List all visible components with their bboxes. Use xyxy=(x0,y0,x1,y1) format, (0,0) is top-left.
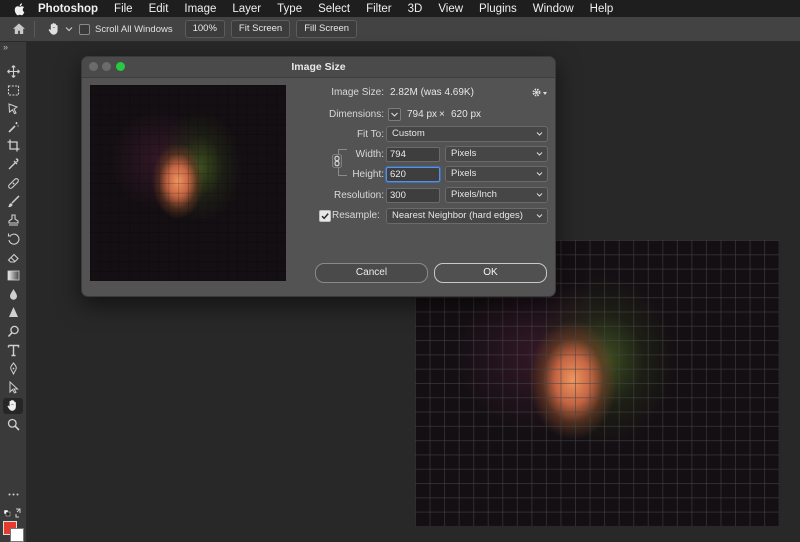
resolution-unit-select[interactable]: Pixels/Inch xyxy=(445,187,548,203)
gradient-tool-icon[interactable] xyxy=(7,269,20,282)
resample-method-select[interactable]: Nearest Neighbor (hard edges) xyxy=(386,208,548,224)
scroll-all-windows-label: Scroll All Windows xyxy=(95,23,173,35)
brush-tool-icon[interactable] xyxy=(7,195,20,208)
resample-checkbox[interactable] xyxy=(319,210,331,222)
menu-view[interactable]: View xyxy=(438,3,463,15)
resolution-input[interactable]: 300 xyxy=(386,188,440,203)
dimensions-width-value: 794 px xyxy=(407,109,438,120)
dimensions-separator: × xyxy=(439,109,445,120)
chevron-down-icon xyxy=(536,214,543,218)
width-input[interactable]: 794 xyxy=(386,147,440,162)
height-input[interactable]: 620 xyxy=(386,167,440,182)
eyedropper-tool-icon[interactable] xyxy=(7,158,20,171)
menu-type[interactable]: Type xyxy=(277,3,302,15)
zoom-window-button[interactable] xyxy=(116,62,125,71)
image-preview[interactable] xyxy=(90,85,286,281)
gear-dropdown-caret-icon[interactable] xyxy=(543,92,547,95)
height-unit-select[interactable]: Pixels xyxy=(445,166,548,182)
menu-file[interactable]: File xyxy=(114,3,133,15)
chevron-down-icon xyxy=(391,112,398,117)
image-size-label: Image Size: xyxy=(331,87,384,98)
magic-wand-tool-icon[interactable] xyxy=(7,121,20,134)
ok-button[interactable]: OK xyxy=(434,263,547,283)
menu-bar: Photoshop File Edit Image Layer Type Sel… xyxy=(0,0,800,17)
crop-tool-icon[interactable] xyxy=(7,139,20,152)
dimensions-height-value: 620 px xyxy=(451,109,482,120)
toolbar-collapse-button[interactable]: » xyxy=(3,42,8,52)
zoom-100-button[interactable]: 100% xyxy=(184,20,225,38)
hand-tool-icon[interactable] xyxy=(47,22,61,36)
scroll-all-windows-checkbox[interactable] xyxy=(79,23,90,35)
resolution-unit-value: Pixels/Inch xyxy=(451,189,497,200)
link-chain-icon[interactable] xyxy=(332,154,342,168)
move-tool-icon[interactable] xyxy=(7,65,20,78)
preview-pixel-overlay xyxy=(90,85,286,281)
more-tools-icon[interactable] xyxy=(7,488,20,501)
chevron-down-icon[interactable] xyxy=(65,25,73,33)
background-color-swatch[interactable] xyxy=(10,528,24,542)
path-selection-tool-icon[interactable] xyxy=(7,362,20,375)
tools-panel: » xyxy=(0,42,27,542)
clone-stamp-tool-icon[interactable] xyxy=(7,214,20,227)
lasso-tool-icon[interactable] xyxy=(7,102,20,115)
minimize-window-button[interactable] xyxy=(102,62,111,71)
menu-layer[interactable]: Layer xyxy=(232,3,261,15)
image-size-dialog: Image Size Image Size: 2.82M (was 4.69K)… xyxy=(81,56,556,297)
home-icon[interactable] xyxy=(12,22,26,36)
eraser-tool-icon[interactable] xyxy=(7,251,20,264)
fit-screen-button[interactable]: Fit Screen xyxy=(230,20,291,38)
apple-icon[interactable] xyxy=(12,2,28,16)
width-unit-value: Pixels xyxy=(451,148,477,159)
menu-window[interactable]: Window xyxy=(533,3,574,15)
resolution-label: Resolution: xyxy=(333,190,384,201)
dodge-tool-icon[interactable] xyxy=(7,306,20,319)
resample-method-value: Nearest Neighbor (hard edges) xyxy=(392,210,523,221)
dimensions-label: Dimensions: xyxy=(328,109,384,120)
gear-icon[interactable] xyxy=(531,87,542,98)
hand-tool-selected-icon[interactable] xyxy=(3,398,23,414)
chevron-down-icon xyxy=(536,193,543,197)
healing-brush-tool-icon[interactable] xyxy=(7,177,20,190)
history-brush-tool-icon[interactable] xyxy=(7,232,20,245)
checkmark-icon xyxy=(321,213,329,220)
height-label: Height: xyxy=(352,169,384,180)
options-bar: Scroll All Windows 100% Fit Screen Fill … xyxy=(0,17,800,42)
chevron-down-icon xyxy=(536,172,543,176)
close-window-button[interactable] xyxy=(89,62,98,71)
fill-screen-button[interactable]: Fill Screen xyxy=(296,20,358,38)
fit-to-label: Fit To: xyxy=(356,129,384,140)
menu-image[interactable]: Image xyxy=(184,3,216,15)
resample-label: Resample: xyxy=(332,210,380,221)
chevron-down-icon xyxy=(536,132,543,136)
dimensions-units-toggle[interactable] xyxy=(388,108,401,121)
zoom-tool-icon[interactable] xyxy=(7,418,20,431)
menu-select[interactable]: Select xyxy=(318,3,350,15)
cancel-button[interactable]: Cancel xyxy=(315,263,428,283)
pen-tool-icon[interactable] xyxy=(7,325,20,338)
menu-edit[interactable]: Edit xyxy=(149,3,169,15)
fit-to-value: Custom xyxy=(392,128,425,139)
fit-to-select[interactable]: Custom xyxy=(386,126,548,142)
type-tool-icon[interactable] xyxy=(7,344,20,357)
menu-filter[interactable]: Filter xyxy=(366,3,392,15)
swap-colors-icon[interactable] xyxy=(2,507,24,520)
menu-plugins[interactable]: Plugins xyxy=(479,3,517,15)
width-unit-select[interactable]: Pixels xyxy=(445,146,548,162)
menu-help[interactable]: Help xyxy=(590,3,614,15)
image-size-value: 2.82M (was 4.69K) xyxy=(390,87,474,98)
chevron-down-icon xyxy=(536,152,543,156)
menu-app-photoshop[interactable]: Photoshop xyxy=(38,3,98,15)
marquee-tool-icon[interactable] xyxy=(7,84,20,97)
blur-tool-icon[interactable] xyxy=(7,288,20,301)
options-separator xyxy=(34,21,35,37)
menu-3d[interactable]: 3D xyxy=(408,3,423,15)
direct-selection-tool-icon[interactable] xyxy=(7,381,20,394)
height-unit-value: Pixels xyxy=(451,168,477,179)
dialog-title: Image Size xyxy=(82,57,555,78)
